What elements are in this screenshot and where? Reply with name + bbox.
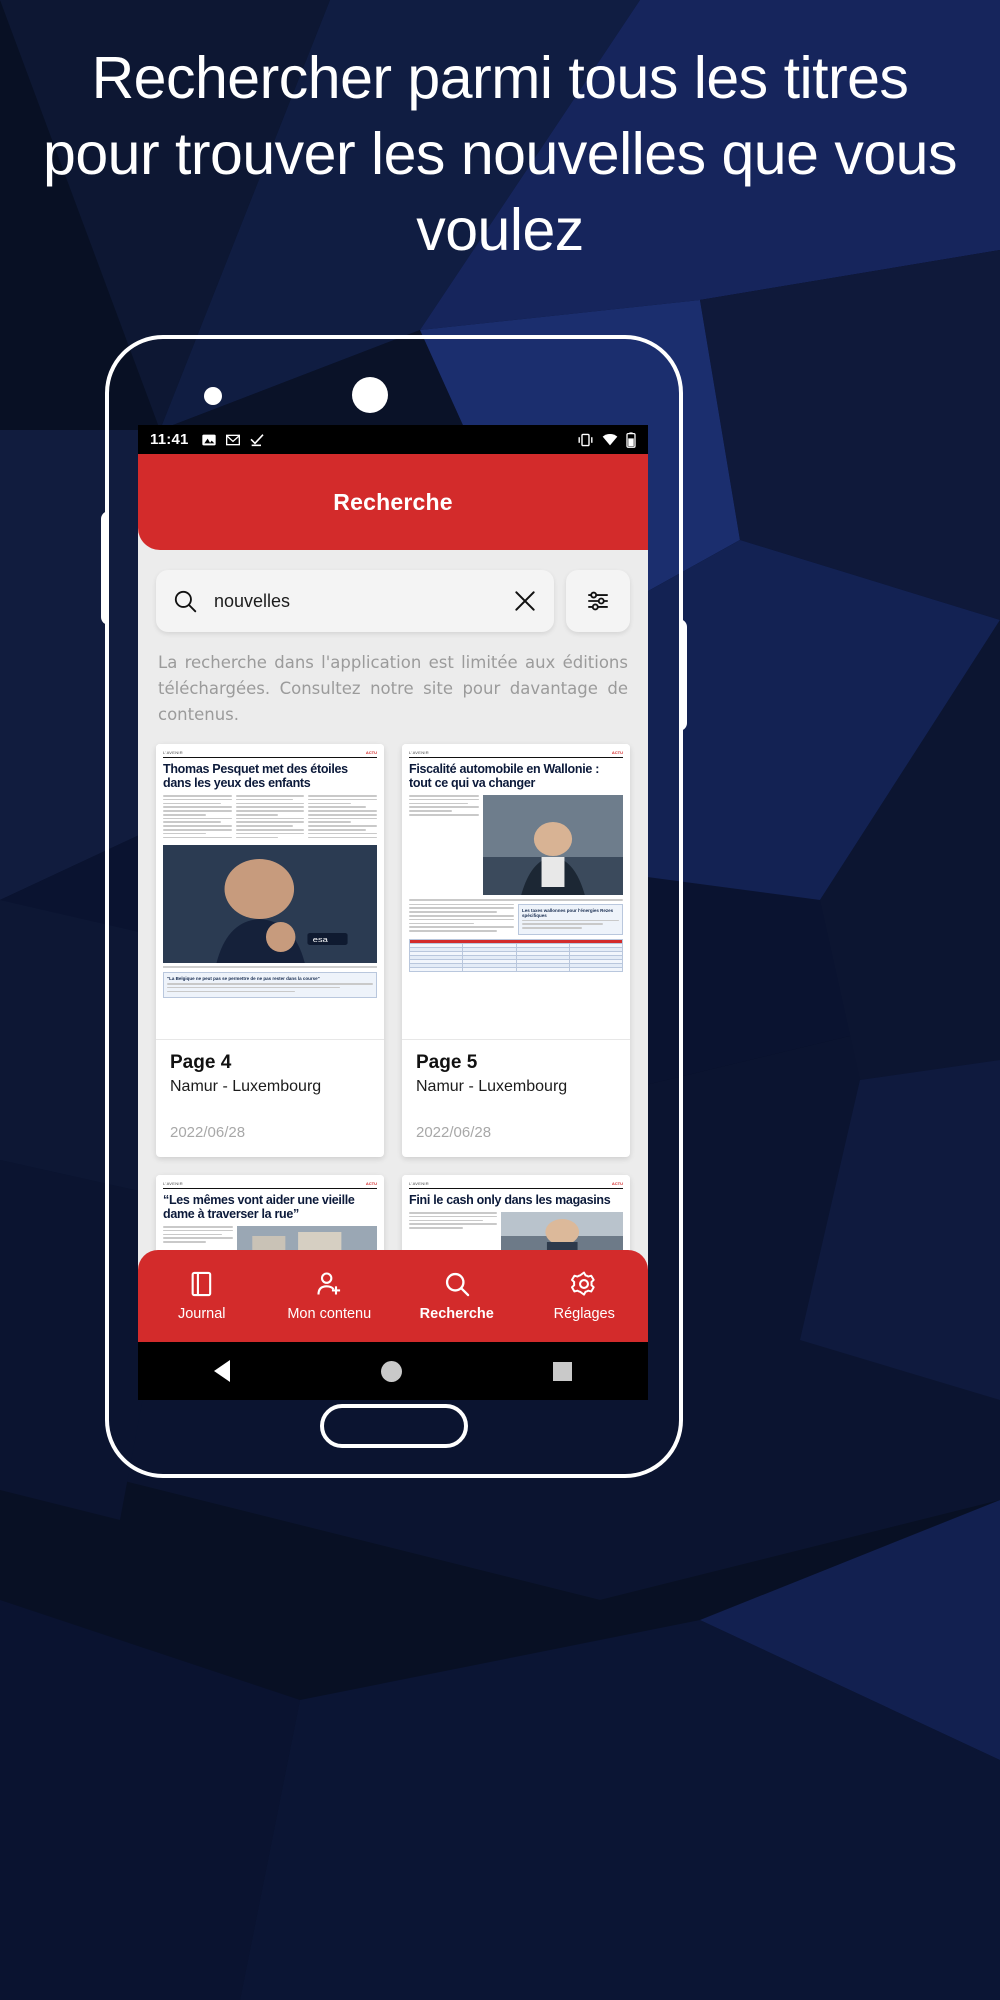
wifi-icon [602, 433, 618, 445]
card-date: 2022/06/28 [170, 1124, 246, 1141]
nav-label: Recherche [419, 1306, 494, 1322]
gear-icon [571, 1271, 595, 1296]
phone-screen: 11:41 Recherche nouvelles La recherche d… [138, 425, 648, 1400]
page-title: Rechercher parmi tous les titres pour tr… [43, 45, 957, 263]
card-body: Page 5 Namur - Luxembourg 2022/06/28 [402, 1040, 630, 1157]
card-body: Page 4 Namur - Luxembourg 2022/06/28 [156, 1040, 384, 1157]
page-thumbnail: L'AVENIR ACTU Fiscalité automobile en Wa… [402, 744, 630, 1040]
filter-sliders-icon [588, 591, 608, 611]
back-icon[interactable] [213, 1360, 230, 1382]
battery-icon [626, 431, 636, 448]
card-page-number: Page 4 [170, 1052, 232, 1073]
thumb-headline: Fini le cash only dans les magasins [409, 1193, 611, 1207]
search-icon [174, 590, 197, 613]
nav-label: Journal [177, 1306, 226, 1322]
search-input-value: nouvelles [214, 590, 291, 611]
thumb-masthead-right: ACTU [365, 750, 377, 755]
thumb-table [408, 938, 624, 972]
thumb-headline: Thomas Pesquet met des étoiles dans les … [163, 762, 348, 790]
thumb-masthead-left: L'AVENIR [409, 750, 429, 755]
result-card[interactable]: L'AVENIR ACTU Fiscalité automobile en Wa… [402, 744, 630, 1157]
filter-button[interactable] [566, 570, 630, 632]
search-area: nouvelles La recherche dans l'applicatio… [138, 550, 648, 728]
close-icon[interactable] [512, 588, 538, 614]
bottom-navigation: Journal Mon contenu Recherche Réglages [138, 1250, 648, 1342]
home-icon[interactable] [380, 1360, 402, 1382]
thumb-masthead-left: L'AVENIR [409, 1181, 429, 1186]
thumb-masthead-right: ACTU [611, 1181, 623, 1186]
thumb-masthead-left: L'AVENIR [163, 750, 183, 755]
card-edition: Namur - Luxembourg [170, 1078, 322, 1095]
thumb-photo: esa [163, 845, 377, 964]
person-add-icon [317, 1272, 341, 1295]
photos-icon [201, 434, 216, 445]
checkmark-icon [249, 433, 264, 446]
front-camera-icon [352, 377, 388, 413]
search-results-grid: L'AVENIR ACTU Thomas Pesquet met des éto… [138, 728, 648, 1295]
search-icon [445, 1272, 469, 1297]
book-icon [191, 1271, 211, 1297]
card-page-number: Page 5 [416, 1052, 478, 1073]
recents-icon[interactable] [553, 1361, 573, 1381]
card-date: 2022/06/28 [416, 1124, 492, 1141]
search-info-text: La recherche dans l'application est limi… [158, 653, 628, 724]
phone-home-button [320, 1404, 468, 1448]
nav-item-recherche[interactable]: Recherche [393, 1270, 521, 1322]
search-input[interactable]: nouvelles [156, 570, 554, 632]
page-thumbnail: L'AVENIR ACTU Thomas Pesquet met des éto… [156, 744, 384, 1040]
app-bar: Recherche [138, 454, 648, 550]
thumb-headline: “Les mêmes vont aider une vieille dame à… [163, 1193, 355, 1221]
thumb-masthead-right: ACTU [365, 1181, 377, 1186]
nav-label: Réglages [553, 1306, 615, 1322]
thumb-masthead-left: L'AVENIR [163, 1181, 183, 1186]
nav-item-journal[interactable]: Journal [138, 1270, 266, 1322]
status-bar: 11:41 [138, 425, 648, 454]
thumb-masthead-right: ACTU [611, 750, 623, 755]
android-navigation-bar [138, 1342, 648, 1400]
thumb-headline: Fiscalité automobile en Wallonie : tout … [409, 762, 600, 790]
sensor-icon [204, 387, 222, 405]
result-card[interactable]: L'AVENIR ACTU Thomas Pesquet met des éto… [156, 744, 384, 1157]
status-time: 11:41 [150, 431, 189, 448]
nav-item-mon-contenu[interactable]: Mon contenu [266, 1270, 394, 1322]
gmail-icon [225, 434, 240, 445]
nav-item-reglages[interactable]: Réglages [521, 1270, 649, 1322]
card-edition: Namur - Luxembourg [416, 1078, 568, 1095]
app-bar-title: Recherche [333, 488, 453, 515]
vibrate-icon [578, 433, 593, 446]
phone-volume-button [101, 511, 109, 625]
phone-power-button [679, 619, 687, 731]
svg-text:esa: esa [313, 936, 329, 944]
thumb-photo [483, 795, 623, 895]
nav-label: Mon contenu [287, 1306, 372, 1322]
